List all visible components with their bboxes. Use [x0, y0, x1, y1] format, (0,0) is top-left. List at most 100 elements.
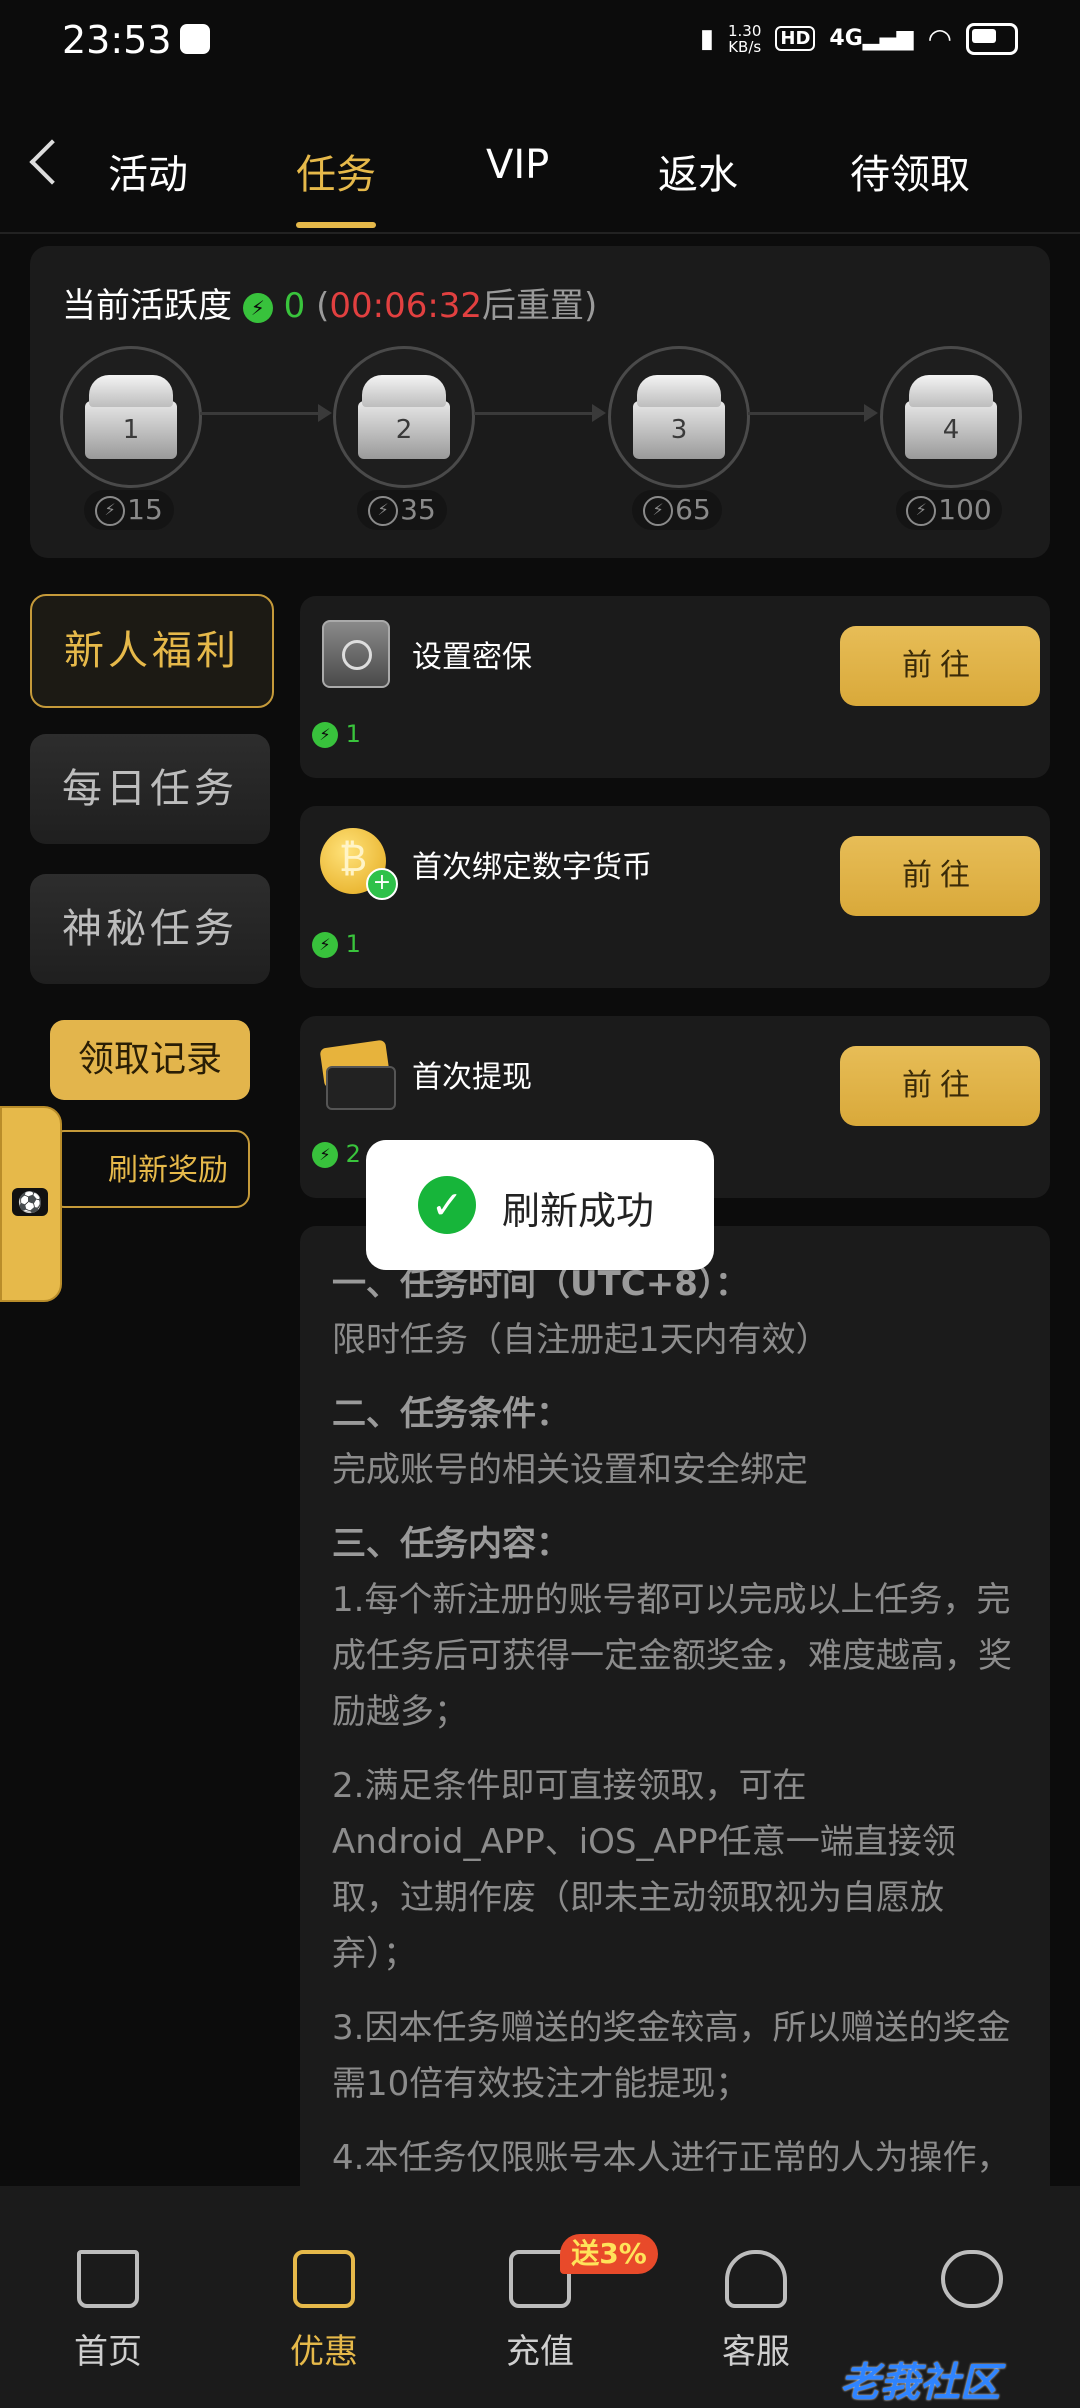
reset-text: 后重置)	[482, 286, 598, 326]
reset-countdown: 00:06:32	[329, 286, 483, 326]
battery-icon	[966, 22, 1018, 55]
go-button[interactable]: 前往	[840, 626, 1040, 706]
treasure-chest-4[interactable]: 4	[880, 346, 1022, 488]
home-icon	[77, 2250, 139, 2308]
hd-badge: HD	[775, 26, 816, 51]
plus-icon: +	[366, 868, 398, 900]
chest-requirement: ⚡ 100	[896, 490, 1002, 530]
bolt-icon: ⚡	[906, 496, 937, 526]
chest-number: 3	[670, 415, 688, 445]
task-rules-panel[interactable]: 一、任务时间（UTC+8）： 限时任务（自注册起1天内有效） 二、任务条件： 完…	[300, 1226, 1050, 2212]
nav-label: 客服	[722, 2332, 790, 2372]
chest-icon: 4	[905, 371, 997, 459]
success-toast: ✓ 刷新成功	[366, 1140, 714, 1270]
net-speed: 1.30 KB/s	[728, 23, 761, 55]
go-button[interactable]: 前往	[840, 1046, 1040, 1126]
refresh-reward-button[interactable]: 刷新奖励	[50, 1130, 250, 1208]
nav-label: 首页	[74, 2332, 142, 2372]
chest-icon: 1	[85, 371, 177, 459]
chest-requirement: ⚡ 15	[84, 490, 174, 530]
activity-open-paren: (	[316, 286, 330, 326]
progress-arrow	[200, 404, 332, 422]
bolt-icon: ⚡	[312, 1142, 338, 1168]
rules-heading: 二、任务条件：	[332, 1394, 570, 1434]
refresh-reward-label: 刷新奖励	[108, 1153, 228, 1188]
wifi-icon: ◠	[927, 22, 952, 55]
header-divider	[0, 232, 1080, 234]
treasure-chest-1[interactable]: 1	[60, 346, 202, 488]
toast-message: 刷新成功	[502, 1189, 655, 1233]
task-title: 首次提现	[412, 1060, 532, 1095]
chest-number: 1	[122, 415, 140, 445]
back-arrow-icon[interactable]	[29, 139, 75, 185]
claim-record-button[interactable]: 领取记录	[50, 1020, 250, 1100]
promo-badge: 送3%	[560, 2234, 658, 2274]
gift-icon	[293, 2250, 355, 2308]
net-speed-unit: KB/s	[728, 37, 762, 56]
nav-promotions[interactable]: 优惠	[264, 2250, 384, 2373]
bolt-icon: ⚡	[312, 932, 338, 958]
go-button[interactable]: 前往	[840, 836, 1040, 916]
progress-arrow	[474, 404, 606, 422]
rules-content: 一、任务时间（UTC+8）： 限时任务（自注册起1天内有效） 二、任务条件： 完…	[332, 1256, 1022, 2212]
chest-requirement: ⚡ 65	[632, 490, 722, 530]
nav-support[interactable]: 客服	[696, 2250, 816, 2373]
status-icons: ▮ 1.30 KB/s HD 4G▂▄▆ ◠	[700, 22, 1018, 55]
activity-title: 当前活跃度	[62, 286, 232, 326]
nav-label: 优惠	[290, 2332, 358, 2372]
bolt-icon: ⚡	[368, 496, 399, 526]
tab-activity[interactable]: 活动	[108, 142, 188, 200]
bolt-icon: ⚡	[312, 722, 338, 748]
tab-pending[interactable]: 待领取	[850, 142, 970, 200]
chest-icon: 3	[633, 371, 725, 459]
task-title: 首次绑定数字货币	[412, 850, 652, 885]
treasure-chest-2[interactable]: 2	[333, 346, 475, 488]
nav-home[interactable]: 首页	[48, 2250, 168, 2373]
rules-heading: 三、任务内容：	[332, 1524, 570, 1564]
network-type: 4G	[829, 26, 863, 51]
task-title: 设置密保	[412, 640, 532, 675]
tab-rebate[interactable]: 返水	[658, 142, 738, 200]
status-time: 23:53	[62, 18, 172, 62]
task-reward-value: 2	[345, 1140, 361, 1168]
cellular-signal-icon: 4G▂▄▆	[829, 26, 914, 51]
rules-paragraph: 1.每个新注册的账号都可以完成以上任务，完成任务后可获得一定金额奖金，难度越高，…	[332, 1580, 1012, 1732]
chest-number: 2	[395, 415, 413, 445]
chest-number: 4	[942, 415, 960, 445]
task-reward-value: 1	[345, 720, 361, 748]
watermark-logo: 老莪社区	[840, 2360, 1000, 2406]
check-circle-icon: ✓	[418, 1176, 476, 1234]
side-item-mystery[interactable]: 神秘任务	[30, 874, 270, 984]
tab-vip[interactable]: VIP	[486, 142, 549, 188]
side-item-daily[interactable]: 每日任务	[30, 734, 270, 844]
chest-need-value: 15	[127, 493, 163, 526]
bolt-icon: ⚡	[242, 292, 273, 323]
rules-paragraph: 2.满足条件即可直接领取，可在Android_APP、iOS_APP任意一端直接…	[332, 1766, 956, 1974]
task-reward: ⚡ 1	[312, 720, 361, 748]
soccer-ball-icon: ⚽	[12, 1188, 48, 1216]
activity-value: 0	[283, 286, 306, 326]
nav-profile[interactable]	[912, 2250, 1032, 2324]
active-tab-indicator	[296, 222, 376, 228]
treasure-chest-3[interactable]: 3	[608, 346, 750, 488]
chest-need-value: 100	[938, 493, 992, 526]
headset-icon	[725, 2250, 787, 2308]
chest-requirement: ⚡ 35	[357, 490, 447, 530]
task-reward: ⚡ 2	[312, 1140, 361, 1168]
vibrate-icon: ▮	[699, 23, 714, 54]
bank-card-icon	[326, 1066, 396, 1110]
rules-paragraph: 完成账号的相关设置和安全绑定	[332, 1450, 808, 1490]
notification-app-icon	[180, 24, 210, 54]
bolt-icon: ⚡	[95, 496, 126, 526]
chest-need-value: 35	[400, 493, 436, 526]
side-item-newcomer[interactable]: 新人福利	[30, 594, 274, 708]
nav-label: 充值	[506, 2332, 574, 2372]
tab-tasks[interactable]: 任务	[296, 142, 376, 200]
chest-need-value: 65	[675, 493, 711, 526]
activity-header: 当前活跃度 ⚡ 0 (00:06:32后重置)	[62, 278, 597, 327]
task-reward: ⚡ 1	[312, 930, 361, 958]
floating-sports-tab[interactable]: ⚽	[0, 1106, 62, 1302]
task-reward-value: 1	[345, 930, 361, 958]
rules-paragraph: 3.因本任务赠送的奖金较高，所以赠送的奖金需10倍有效投注才能提现；	[332, 2008, 1011, 2104]
progress-arrow	[748, 404, 878, 422]
